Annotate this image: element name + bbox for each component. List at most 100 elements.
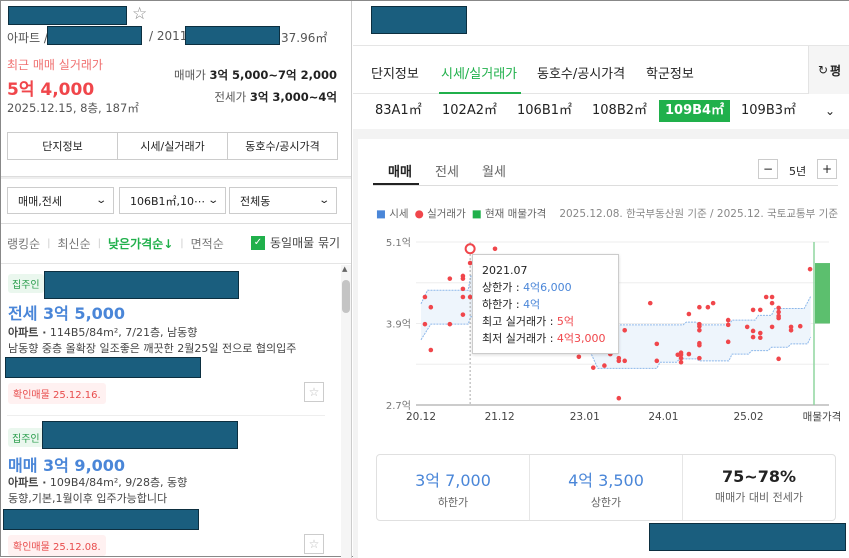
area-dropdown[interactable]: 106B1㎡,10⋯ ⌄ [119,187,226,214]
area-label: 37.96㎡ [281,31,328,45]
recent-deal-detail: 2025.12.15, 8층, 187㎡ [7,101,139,115]
group-label: 동일매물 묶기 [270,236,341,250]
chevron-down-icon: ⌄ [94,195,107,206]
actual-deal-point [757,330,763,336]
highlight-point [464,243,476,255]
actual-deal-point [725,317,731,323]
redacted-info [185,26,280,45]
area-chips: 83A1㎡ 102A2㎡ 106B1㎡ 108B2㎡ 109B4㎡ 109B3㎡… [353,94,849,129]
sort-options: 랭킹순 | 최신순 | 낮은가격순↓ | 면적순 [7,235,224,252]
actual-deal-point [422,321,428,327]
x-tick-label: 매물가격 [803,410,842,423]
area-value: 106B1㎡,10⋯ [130,194,206,208]
owner-badge: 집주인 [8,274,44,293]
divider [373,185,838,186]
summary-upper: 4억 3,500 상한가 [530,455,683,520]
sort-low-price[interactable]: 낮은가격순↓ [108,235,173,252]
data-source: 2025.12.08. 한국부동산원 기준 / 2025.12. 국토교통부 기… [559,208,838,220]
actual-deal-point [769,324,775,330]
divider [1,223,351,224]
refresh-icon: ↻ [817,63,828,77]
chart-card: 매매 전세 월세 − 5년 + ■ 시세 ● 실거래가 ■ 현재 매물가격 20… [358,139,849,558]
area-chip-active[interactable]: 109B4㎡ [659,100,731,122]
actual-deal-point [757,335,763,341]
redacted-complex-name [8,6,127,25]
sort-ranking[interactable]: 랭킹순 [7,235,40,252]
actual-deal-point [705,304,711,310]
favorite-star-icon[interactable]: ☆ [132,4,147,24]
actual-deal-point [744,324,750,330]
favorite-star-icon[interactable]: ☆ [304,382,324,402]
divider [1,176,351,179]
actual-deal-point [686,311,692,317]
sort-latest[interactable]: 최신순 [58,235,91,252]
tab-complex-info[interactable]: 단지정보 [371,63,419,82]
sale-range-value: 3억 5,000~7억 2,000 [209,68,337,82]
jeonse-range-label: 전세가 [214,90,247,104]
sale-range: 매매가 3억 5,000~7억 2,000 [174,67,337,83]
tab-sale[interactable]: 매매 [388,161,412,180]
actual-deal-point [622,358,628,364]
actual-deal-point [654,341,660,347]
chevron-down-icon[interactable]: ⌄ [821,100,839,122]
actual-deal-point [576,354,582,360]
tab-school[interactable]: 학군정보 [646,63,694,82]
complex-info-button[interactable]: 단지정보 [8,133,118,159]
listing-item[interactable]: 집주인 매매 3억 9,000 아파트 · 109B4/84m², 9/28층,… [1,416,338,558]
actual-deal-point [697,355,702,361]
actual-deal-point [616,395,622,401]
unit-toggle-button[interactable]: ↻ 평 [808,46,849,94]
checkbox-checked-icon[interactable]: ✓ [251,235,265,250]
scrollbar[interactable]: ▲ [341,265,351,558]
actual-deal-point [590,365,596,370]
tab-unit-price[interactable]: 동호수/공시가격 [537,63,625,82]
actual-deal-point [492,246,498,252]
actual-deal-point [750,334,756,340]
redacted-agent [5,357,201,378]
period-decrease-button[interactable]: − [758,159,778,179]
area-chip[interactable]: 109B3㎡ [737,100,800,122]
area-chip[interactable]: 83A1㎡ [371,100,426,122]
actual-deal-point [697,327,702,333]
price-button[interactable]: 시세/실거래가 [118,133,228,159]
listing-range-bar [815,263,830,324]
actual-deal-point [602,363,607,368]
listing-spec: 109B4/84m², 9/28층, 동향 [49,476,188,489]
y-tick-label: 5.1억 [386,237,411,249]
building-value: 전체동 [240,194,271,208]
main-tabs: 단지정보 시세/실거래가 동호수/공시가격 학군정보 ↻ 평 [353,45,849,94]
y-tick-label: 3.9억 [386,319,411,331]
actual-deal-point [750,328,756,334]
favorite-star-icon[interactable]: ☆ [304,534,324,554]
actual-deal-point [460,286,466,292]
area-chip[interactable]: 102A2㎡ [438,100,501,122]
actual-deal-point [678,355,684,361]
scrollbar-thumb[interactable] [342,280,350,313]
listing-description: 남동향 중층 올확장 일조좋은 깨끗한 2월25일 전으로 협의입주 [8,342,297,355]
period-increase-button[interactable]: + [817,159,837,179]
group-same-listings[interactable]: ✓ 동일매물 묶기 [251,234,340,251]
actual-deal-point [776,305,781,311]
area-chip[interactable]: 106B1㎡ [513,100,576,122]
x-tick-label: 20.12 [406,411,436,423]
actual-deal-point [776,356,781,362]
tab-jeonse[interactable]: 전세 [435,161,459,180]
tab-price[interactable]: 시세/실거래가 [441,63,517,82]
actual-deal-point [776,309,781,315]
unit-price-button[interactable]: 동호수/공시가격 [228,133,337,159]
listing-price: 매매 3억 9,000 [8,456,126,475]
tab-monthly[interactable]: 월세 [482,161,506,180]
actual-deal-point [776,315,781,321]
trade-type-value: 매매,전세 [18,194,62,208]
sort-area[interactable]: 면적순 [191,235,224,252]
building-dropdown[interactable]: 전체동 ⌄ [229,187,337,214]
actual-deal-point [686,351,692,357]
trade-type-dropdown[interactable]: 매매,전세 ⌄ [7,187,114,214]
listing-type: 아파트 · [8,326,47,339]
actual-deal-point [647,300,653,306]
chevron-down-icon: ⌄ [206,195,219,206]
recent-deal-label: 최근 매매 실거래가 [7,58,103,72]
listing-item[interactable]: 집주인 전세 3억 5,000 아파트 · 114B5/84m², 7/21층,… [1,264,338,414]
area-chip[interactable]: 108B2㎡ [588,100,651,122]
x-tick-label: 23.01 [570,411,600,423]
